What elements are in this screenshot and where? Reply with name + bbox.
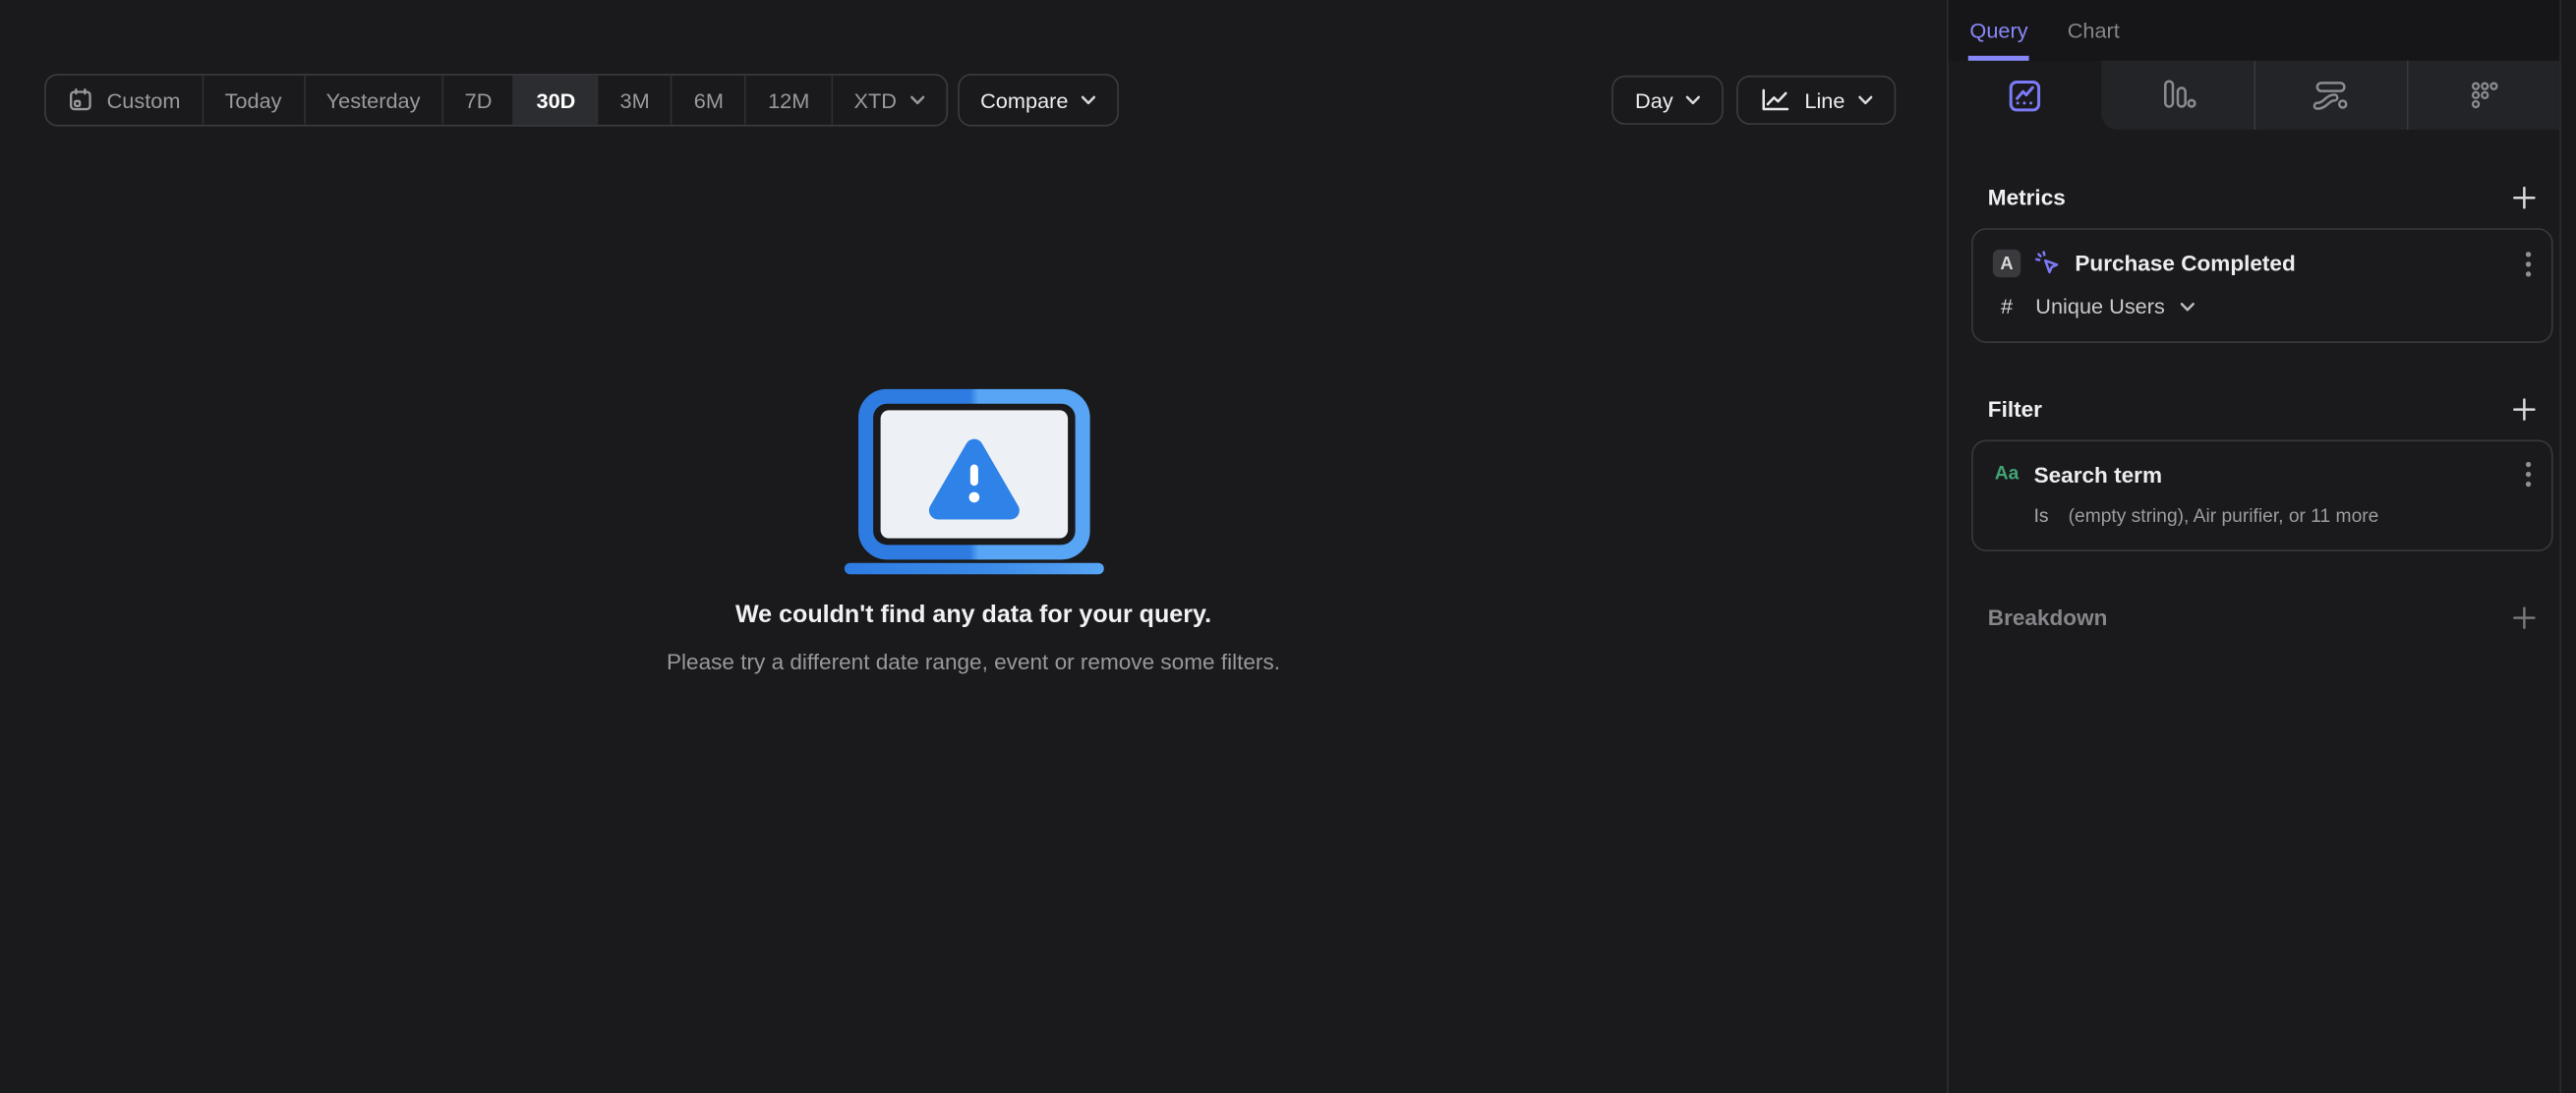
app-window: Custom Today Yesterday 7D 30D 3M 6M 12M … xyxy=(0,0,2576,1093)
filter-title: Filter xyxy=(1987,397,2042,423)
filter-values-summary[interactable]: (empty string), Air purifier, or 11 more xyxy=(2069,507,2379,527)
aggregation-dropdown-label[interactable]: Unique Users xyxy=(2035,294,2165,318)
breakdown-title: Breakdown xyxy=(1987,605,2108,631)
breakdown-section-header: Breakdown xyxy=(1971,605,2553,630)
date-range-segmented-control: Custom Today Yesterday 7D 30D 3M 6M 12M … xyxy=(44,74,948,127)
insights-chart-icon xyxy=(2006,77,2043,114)
panel-scrollbar-gutter[interactable] xyxy=(2559,0,2576,1093)
tab-chart[interactable]: Chart xyxy=(2066,0,2121,61)
empty-state-title: We couldn't find any data for your query… xyxy=(734,601,1212,629)
report-type-tabs xyxy=(1949,60,2561,130)
date-range-7d[interactable]: 7D xyxy=(443,75,515,125)
granularity-dropdown[interactable]: Day xyxy=(1611,75,1725,125)
compare-label: Compare xyxy=(980,87,1069,113)
chevron-down-icon xyxy=(1686,95,1701,105)
aggregation-symbol: # xyxy=(2000,293,2014,318)
report-canvas: Custom Today Yesterday 7D 30D 3M 6M 12M … xyxy=(0,0,1948,1093)
filter-card[interactable]: Aa Search term Is (empty string), Air pu… xyxy=(1971,439,2553,552)
empty-state: We couldn't find any data for your query… xyxy=(0,388,1947,675)
no-data-laptop-illustration xyxy=(844,388,1104,575)
view-controls: Day Line xyxy=(1611,75,1897,125)
funnel-bars-icon xyxy=(2155,77,2197,113)
date-range-xtd-dropdown[interactable]: XTD xyxy=(833,76,946,125)
string-property-type-icon: Aa xyxy=(1994,464,2020,485)
report-type-retention-tab[interactable] xyxy=(2407,60,2561,130)
add-metric-button[interactable] xyxy=(2512,186,2537,210)
line-chart-icon xyxy=(1760,86,1791,113)
report-type-flows-tab[interactable] xyxy=(2253,60,2408,130)
date-range-xtd-label: XTD xyxy=(853,87,897,113)
add-breakdown-button[interactable] xyxy=(2512,605,2537,630)
chart-type-dropdown[interactable]: Line xyxy=(1736,75,1897,125)
date-range-toolbar: Custom Today Yesterday 7D 30D 3M 6M 12M … xyxy=(44,74,1120,127)
chevron-down-icon[interactable] xyxy=(2180,301,2195,311)
date-range-30d-selected[interactable]: 30D xyxy=(514,75,599,125)
event-click-icon xyxy=(2034,250,2062,277)
chevron-down-icon xyxy=(1858,95,1873,105)
metrics-title: Metrics xyxy=(1987,185,2066,210)
query-builder-body: Metrics A Purchase Completed # Unique Us… xyxy=(1949,186,2576,630)
compare-button[interactable]: Compare xyxy=(957,74,1120,127)
dot-grid-icon xyxy=(2466,77,2503,114)
date-range-custom-label: Custom xyxy=(106,87,181,113)
report-type-insights-tab-active[interactable] xyxy=(1949,61,2101,130)
empty-state-subtitle: Please try a different date range, event… xyxy=(667,650,1281,675)
calendar-icon xyxy=(68,86,94,113)
add-filter-button[interactable] xyxy=(2512,397,2537,422)
report-type-funnels-tab[interactable] xyxy=(2100,60,2254,130)
filter-section-header: Filter xyxy=(1971,397,2553,422)
metric-event-name[interactable]: Purchase Completed xyxy=(2075,251,2511,275)
filter-options-kebab-icon[interactable] xyxy=(2525,461,2532,488)
chart-type-label: Line xyxy=(1804,87,1845,113)
flows-icon xyxy=(2311,77,2352,113)
date-range-today[interactable]: Today xyxy=(204,75,305,125)
metric-options-kebab-icon[interactable] xyxy=(2525,251,2532,277)
panel-tabs: Query Chart xyxy=(1948,0,2576,61)
metric-card[interactable]: A Purchase Completed # Unique Users xyxy=(1971,228,2553,343)
date-range-custom-button[interactable]: Custom xyxy=(46,75,204,125)
filter-property-name[interactable]: Search term xyxy=(2034,462,2512,487)
metric-series-badge: A xyxy=(1992,249,2021,278)
date-range-yesterday[interactable]: Yesterday xyxy=(305,75,443,125)
metrics-section-header: Metrics xyxy=(1971,186,2553,210)
query-builder-panel: Query Chart Metrics A Purchase Completed… xyxy=(1947,0,2576,1093)
chevron-down-icon xyxy=(909,95,924,105)
granularity-label: Day xyxy=(1635,87,1673,113)
filter-operator[interactable]: Is xyxy=(2034,507,2049,527)
tab-query[interactable]: Query xyxy=(1967,0,2030,61)
chevron-down-icon xyxy=(1082,95,1096,105)
date-range-3m[interactable]: 3M xyxy=(599,75,673,125)
date-range-6m[interactable]: 6M xyxy=(673,75,747,125)
date-range-12m[interactable]: 12M xyxy=(746,75,833,125)
